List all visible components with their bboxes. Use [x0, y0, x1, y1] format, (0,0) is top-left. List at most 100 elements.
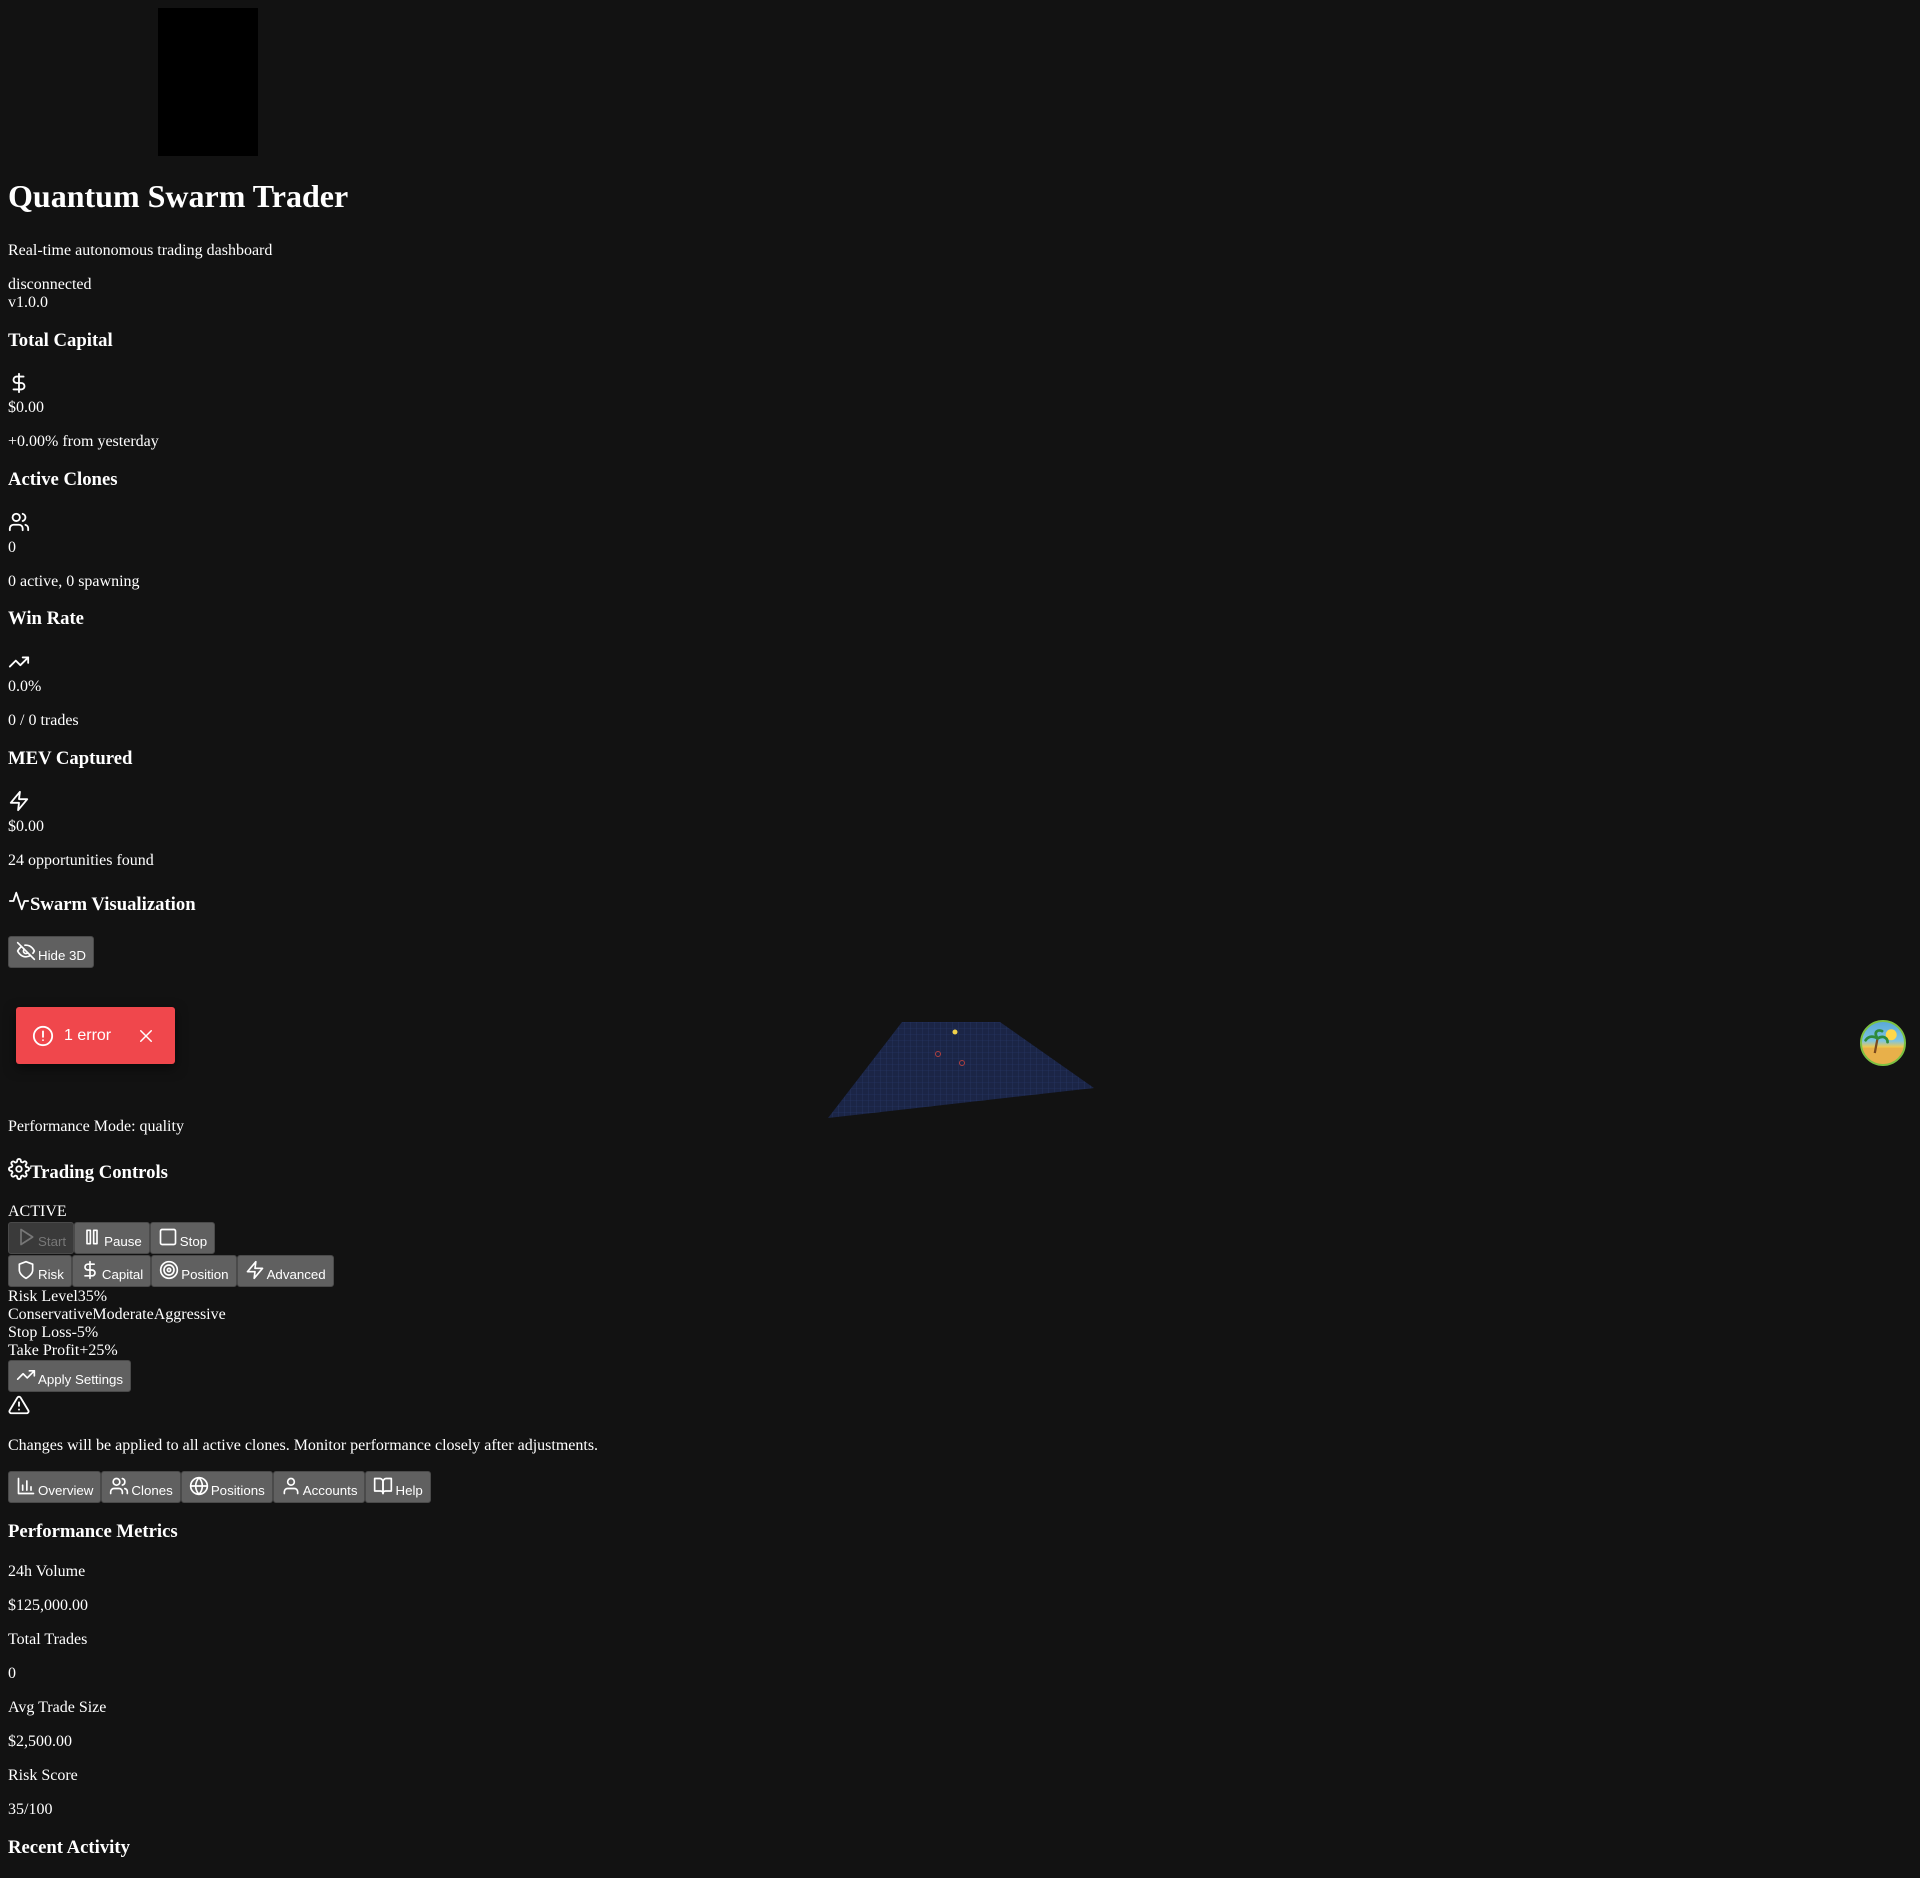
preset-conservative[interactable]: Conservative	[8, 1306, 92, 1323]
metric-value: 35/100	[8, 1801, 53, 1818]
swarm-toggle-row: Hide 3D	[8, 936, 95, 968]
take-profit-value: +25%	[79, 1342, 118, 1359]
close-icon[interactable]	[137, 1027, 155, 1045]
tab-accounts-label: Accounts	[302, 1483, 358, 1498]
risk-presets: ConservativeModerateAggressive	[8, 1306, 226, 1324]
users-icon	[110, 1477, 129, 1495]
preset-moderate[interactable]: Moderate	[92, 1306, 153, 1323]
apply-settings-button[interactable]: Apply Settings	[8, 1360, 132, 1392]
recent-activity-header: Recent Activity	[8, 1837, 130, 1858]
bar-chart-icon	[17, 1477, 35, 1495]
start-label: Start	[38, 1234, 67, 1249]
stat-card-total-capital: Total Capital	[8, 331, 113, 350]
stat-value: $0.00	[8, 399, 44, 416]
swarm-node-yellow	[952, 1029, 958, 1035]
stop-icon	[159, 1228, 177, 1246]
dollar-icon	[84, 1260, 96, 1280]
eye-off-icon	[16, 941, 36, 961]
hide-3d-button[interactable]: Hide 3D	[8, 936, 95, 968]
alert-circle-icon	[32, 1025, 54, 1046]
tab-positions[interactable]: Positions	[180, 1471, 273, 1503]
stat-value: $0.00	[8, 818, 44, 835]
tab-clones-label: Clones	[131, 1483, 173, 1498]
take-profit-row: Take Profit+25%	[8, 1342, 118, 1360]
tab-risk-label: Risk	[38, 1267, 64, 1282]
error-toast-label: 1 error	[64, 1026, 112, 1044]
metric-label: Risk Score	[8, 1767, 78, 1784]
risk-level-row: Risk Level35%	[8, 1288, 107, 1306]
stat-card-mev-captured: MEV Captured	[8, 748, 133, 769]
tab-capital-label: Capital	[101, 1267, 144, 1282]
tab-overview[interactable]: Overview	[8, 1471, 102, 1503]
preset-aggressive[interactable]: Aggressive	[154, 1306, 226, 1323]
play-icon	[20, 1228, 34, 1246]
palm-tree-icon	[1862, 1029, 1904, 1064]
pause-button[interactable]: Pause	[74, 1222, 150, 1254]
stat-title: MEV Captured	[8, 748, 133, 769]
stop-loss-value: -5%	[71, 1324, 99, 1341]
apply-row: Apply Settings	[8, 1360, 132, 1392]
tab-position[interactable]: Position	[151, 1255, 237, 1287]
metric-label: Total Trades	[8, 1631, 88, 1648]
dollar-icon	[8, 372, 30, 394]
stat-note: 0 / 0 trades	[8, 712, 79, 729]
metric-value: 0	[8, 1665, 16, 1682]
warning-icon	[8, 1394, 30, 1416]
apply-settings-label: Apply Settings	[38, 1372, 124, 1387]
stop-loss-label: Stop Loss	[8, 1324, 72, 1341]
user-icon	[283, 1477, 299, 1495]
tab-advanced-label: Advanced	[266, 1267, 326, 1282]
pause-label: Pause	[104, 1234, 142, 1249]
tab-help-label: Help	[395, 1483, 423, 1498]
warning-text: Changes will be applied to all active cl…	[8, 1437, 599, 1454]
swarm-3d-canvas[interactable]	[820, 1010, 1100, 1130]
performance-metrics-title: Performance Metrics	[8, 1521, 178, 1542]
metric-label: Avg Trade Size	[8, 1699, 107, 1716]
stat-note: 0 active, 0 spawning	[8, 573, 140, 590]
stat-value: 0.0%	[8, 678, 42, 695]
stat-note: 24 opportunities found	[8, 852, 154, 869]
grid-lines	[828, 1022, 1094, 1118]
trading-state: ACTIVE	[8, 1203, 67, 1220]
tab-advanced[interactable]: Advanced	[236, 1255, 334, 1287]
tab-accounts[interactable]: Accounts	[272, 1471, 366, 1503]
connection-status: disconnected	[8, 276, 92, 293]
tab-risk[interactable]: Risk	[8, 1255, 72, 1287]
stat-value: 0	[8, 539, 16, 556]
tab-positions-label: Positions	[210, 1483, 265, 1498]
error-toast[interactable]: 1 error	[16, 1007, 175, 1064]
users-icon	[8, 511, 30, 533]
swarm-section-header: Swarm Visualization	[8, 888, 196, 914]
activity-icon	[8, 890, 30, 912]
main-tabs: Overview Clones Positions Accounts Help	[8, 1471, 431, 1503]
tab-clones[interactable]: Clones	[101, 1471, 181, 1503]
shield-icon	[18, 1260, 34, 1280]
stop-button[interactable]: Stop	[149, 1222, 216, 1254]
risk-level-label: Risk Level	[8, 1288, 78, 1305]
metric-label: 24h Volume	[8, 1563, 86, 1580]
avatar[interactable]	[1860, 1020, 1906, 1066]
page-title: Quantum Swarm Trader	[8, 178, 349, 214]
performance-metrics-header: Performance Metrics	[8, 1521, 178, 1542]
settings-icon	[8, 1158, 30, 1180]
stop-label: Stop	[179, 1234, 208, 1249]
settings-tabs: Risk Capital Position Advanced	[8, 1255, 334, 1287]
start-button[interactable]: Start	[8, 1222, 75, 1254]
stop-loss-row: Stop Loss-5%	[8, 1324, 98, 1342]
stat-note: +0.00% from yesterday	[8, 433, 159, 450]
recent-activity-title: Recent Activity	[8, 1837, 130, 1858]
trading-controls-title: Trading Controls	[30, 1162, 168, 1183]
target-icon	[160, 1260, 179, 1280]
stat-title: Win Rate	[8, 608, 84, 629]
zap-icon	[8, 790, 30, 812]
risk-level-value: 35%	[77, 1288, 108, 1305]
globe-icon	[189, 1476, 208, 1496]
hide-3d-label: Hide 3D	[38, 948, 87, 963]
tab-capital[interactable]: Capital	[71, 1255, 152, 1287]
performance-mode: Performance Mode: quality	[8, 1118, 184, 1135]
tab-help[interactable]: Help	[365, 1471, 431, 1503]
stat-card-win-rate: Win Rate	[8, 608, 84, 629]
swarm-title: Swarm Visualization	[30, 894, 196, 915]
tab-overview-label: Overview	[38, 1483, 94, 1498]
stat-card-active-clones: Active Clones	[8, 470, 118, 489]
